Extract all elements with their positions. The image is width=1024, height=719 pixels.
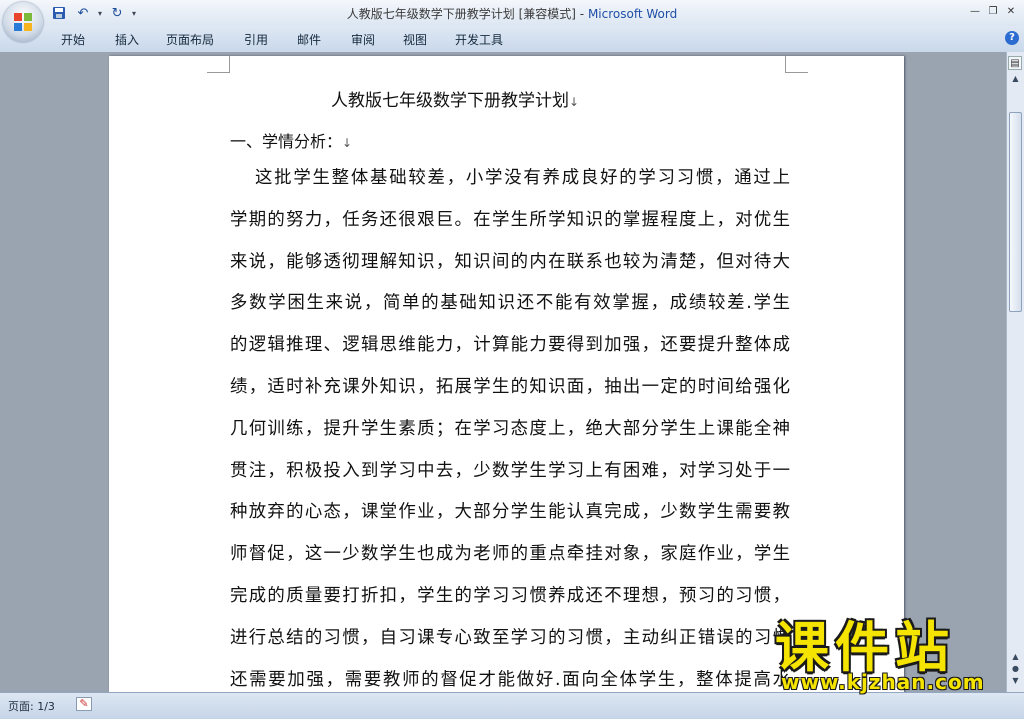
document-page[interactable]: 人教版七年级数学下册教学计划↓ 一、学情分析：↓ 这批学生整体基础较差，小学没有… — [109, 56, 904, 692]
previous-page-icon[interactable]: ▲ — [1009, 652, 1022, 664]
paragraph-line: 种放弃的心态，课堂作业，大部分学生能认真完成，少数学生需要教 — [230, 502, 790, 523]
tab-page-layout[interactable]: 页面布局 — [166, 31, 214, 48]
section-heading-text: 一、学情分析： — [230, 132, 343, 151]
paragraph-line: 多数学困生来说，简单的基础知识还不能有效掌握，成绩较差.学生 — [230, 293, 790, 314]
tab-view[interactable]: 视图 — [403, 31, 427, 48]
status-bar: 页面: 1/3 ✎ — [0, 692, 1024, 719]
margin-corner-top-left — [207, 56, 230, 73]
paragraph-line: 学期的努力，任务还很艰巨。在学生所学知识的掌握程度上，对优生 — [230, 209, 790, 230]
ribbon-tabs: 开始 插入 页面布局 引用 邮件 审阅 视图 开发工具 — [0, 26, 1024, 53]
close-icon[interactable]: ✕ — [1002, 3, 1020, 19]
body-paragraph: 这批学生整体基础较差，小学没有养成良好的学习习惯，通过上 学期的努力，任务还很艰… — [230, 163, 790, 692]
document-title: 人教版七年级数学下册教学计划↓ — [331, 86, 579, 111]
document-title-text: 人教版七年级数学下册教学计划 — [331, 91, 569, 111]
tab-insert[interactable]: 插入 — [115, 31, 139, 48]
paragraph-line: 几何训练，提升学生素质；在学习态度上，绝大部分学生上课能全神 — [230, 418, 790, 439]
scroll-up-icon[interactable]: ▲ — [1009, 74, 1022, 86]
tab-developer[interactable]: 开发工具 — [455, 31, 503, 48]
restore-icon[interactable]: ❐ — [984, 3, 1002, 19]
paragraph-line: 完成的质量要打折扣，学生的学习习惯养成还不理想，预习的习惯， — [230, 585, 790, 606]
tab-mailings[interactable]: 邮件 — [297, 31, 321, 48]
tab-review[interactable]: 审阅 — [351, 31, 375, 48]
minimize-icon[interactable]: — — [966, 3, 984, 19]
vertical-scrollbar[interactable]: ▤ ▲ ▲ ● ▼ — [1006, 52, 1024, 692]
window-title-sep: - — [575, 7, 588, 21]
page-count[interactable]: 页面: 1/3 — [8, 698, 55, 714]
tab-references[interactable]: 引用 — [244, 31, 268, 48]
window-title-app: Microsoft Word — [587, 7, 678, 21]
window-controls: — ❐ ✕ — [966, 3, 1020, 19]
browse-object-icon[interactable]: ● — [1009, 664, 1022, 676]
paragraph-line: 的逻辑推理、逻辑思维能力，计算能力要得到加强，还要提升整体成 — [230, 335, 790, 356]
watermark-logo: 课件站 www.kjzhan.com — [775, 616, 1010, 695]
office-logo-icon — [14, 13, 32, 31]
office-button[interactable] — [3, 2, 43, 42]
paragraph-mark: ↓ — [342, 136, 353, 150]
proofing-icon[interactable]: ✎ — [76, 697, 92, 711]
window-title: 人教版七年级数学下册教学计划 [兼容模式] - Microsoft Word — [0, 5, 1024, 22]
window-title-doc: 人教版七年级数学下册教学计划 [兼容模式] — [346, 7, 576, 21]
paragraph-line: 进行总结的习惯，自习课专心致至学习的习惯，主动纠正错误的习惯 — [230, 627, 790, 648]
scrollbar-thumb[interactable] — [1009, 112, 1022, 312]
paragraph-line: 这批学生整体基础较差，小学没有养成良好的学习习惯，通过上 — [255, 168, 790, 188]
help-icon[interactable]: ? — [1005, 31, 1019, 45]
margin-corner-top-right — [785, 56, 808, 73]
next-page-icon[interactable]: ▼ — [1009, 676, 1022, 688]
document-workspace: 人教版七年级数学下册教学计划↓ 一、学情分析：↓ 这批学生整体基础较差，小学没有… — [0, 52, 1007, 692]
paragraph-line: 绩，适时补充课外知识，拓展学生的知识面，抽出一定的时间给强化 — [230, 376, 790, 397]
paragraph-line: 贯注，积极投入到学习中去，少数学生学习上有困难，对学习处于一 — [230, 460, 790, 481]
watermark-brand: 课件站 — [775, 616, 955, 679]
view-ruler-icon[interactable]: ▤ — [1008, 56, 1022, 70]
title-bar: ↶ ▾ ↻ ▾ 人教版七年级数学下册教学计划 [兼容模式] - Microsof… — [0, 0, 1024, 26]
paragraph-mark: ↓ — [569, 95, 580, 109]
watermark-url: www.kjzhan.com — [781, 670, 985, 694]
section-heading: 一、学情分析：↓ — [230, 128, 352, 152]
tab-home[interactable]: 开始 — [61, 31, 85, 48]
paragraph-line: 来说，能够透彻理解知识，知识间的内在联系也较为清楚，但对待大 — [230, 251, 790, 272]
paragraph-line: 还需要加强，需要教师的督促才能做好.面向全体学生，整体提高水 — [230, 669, 790, 690]
paragraph-line: 师督促，这一少数学生也成为老师的重点牵挂对象，家庭作业，学生 — [230, 544, 790, 565]
